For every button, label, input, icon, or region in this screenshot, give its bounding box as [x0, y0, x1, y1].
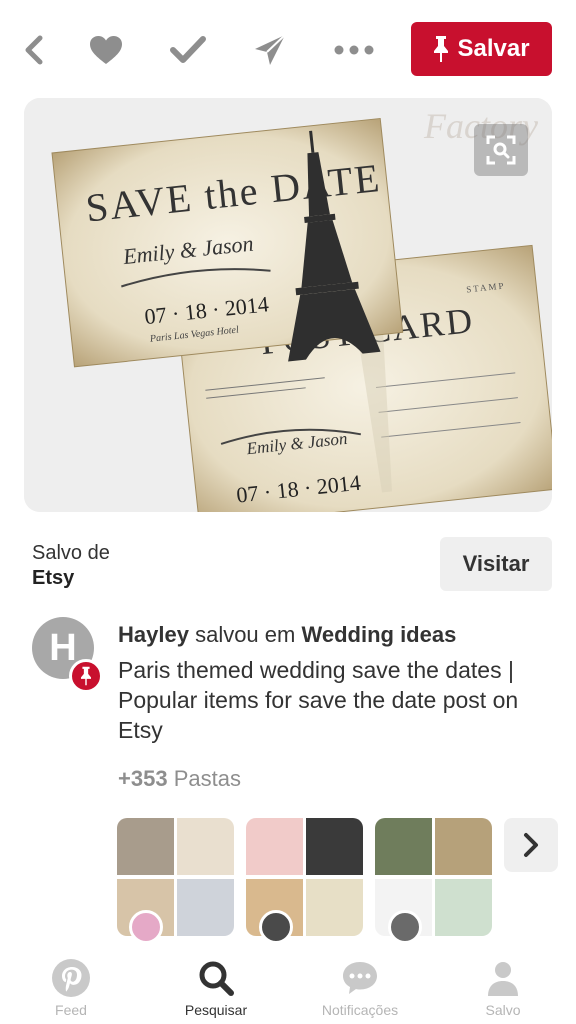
saved-pin-badge [69, 659, 103, 693]
tab-label: Notificações [321, 1002, 399, 1018]
visit-button[interactable]: Visitar [440, 537, 552, 591]
visual-search-button[interactable] [474, 124, 528, 176]
bottom-tab-bar: Feed Pesquisar Notificações Salvo [0, 946, 576, 1024]
search-icon [199, 961, 234, 996]
pinterest-logo-icon [52, 959, 90, 997]
board-owner-avatar [129, 910, 163, 944]
pin-description: Paris themed wedding save the dates | Po… [118, 657, 519, 743]
tab-label: Salvo [485, 1002, 521, 1018]
boards-count-number: +353 [118, 766, 168, 791]
heart-icon [90, 36, 122, 64]
tab-search[interactable]: Pesquisar [161, 958, 271, 1018]
done-button[interactable] [166, 28, 210, 72]
board-owner-avatar [388, 910, 422, 944]
back-chevron-icon [25, 35, 43, 65]
pushpin-icon [81, 666, 91, 686]
tab-notifications[interactable]: Notificações [305, 958, 415, 1018]
saver-attribution: Hayley salvou em Wedding ideas [118, 622, 456, 648]
source-prefix: Salvo de [32, 542, 110, 564]
tab-label: Feed [55, 1002, 87, 1018]
saver-name[interactable]: Hayley [118, 622, 189, 647]
more-dots-icon [334, 45, 374, 55]
send-icon [255, 34, 286, 65]
send-button[interactable] [248, 28, 292, 72]
save-button-label: Salvar [457, 35, 530, 62]
back-button[interactable] [12, 28, 56, 72]
save-button[interactable]: Salvar [411, 22, 552, 76]
checkmark-icon [170, 36, 206, 63]
saver-action: salvou em [195, 622, 296, 647]
chevron-right-icon [524, 833, 538, 857]
boards-count-label: Pastas [173, 766, 241, 791]
saver-board[interactable]: Wedding ideas [301, 622, 456, 647]
pin-action-bar: Salvar [0, 0, 576, 96]
board-owner-avatar [259, 910, 293, 944]
tab-label: Pesquisar [184, 1002, 248, 1018]
pin-source: Salvo de Etsy [32, 541, 110, 591]
profile-icon [488, 962, 518, 996]
pushpin-icon [434, 36, 449, 62]
pin-image[interactable]: Factory POST CARD STAMP Emily & Jason 07… [24, 98, 552, 512]
lens-search-icon [486, 135, 516, 165]
tab-feed[interactable]: Feed [16, 958, 126, 1018]
next-boards-button[interactable] [504, 818, 558, 872]
tab-saved[interactable]: Salvo [448, 958, 558, 1018]
more-button[interactable] [332, 28, 376, 72]
boards-count[interactable]: +353 Pastas [118, 766, 241, 792]
speech-bubble-icon [343, 962, 377, 994]
like-button[interactable] [84, 28, 128, 72]
source-name[interactable]: Etsy [32, 566, 110, 591]
save-the-date-postcard-illustration: Factory POST CARD STAMP Emily & Jason 07… [24, 98, 552, 512]
